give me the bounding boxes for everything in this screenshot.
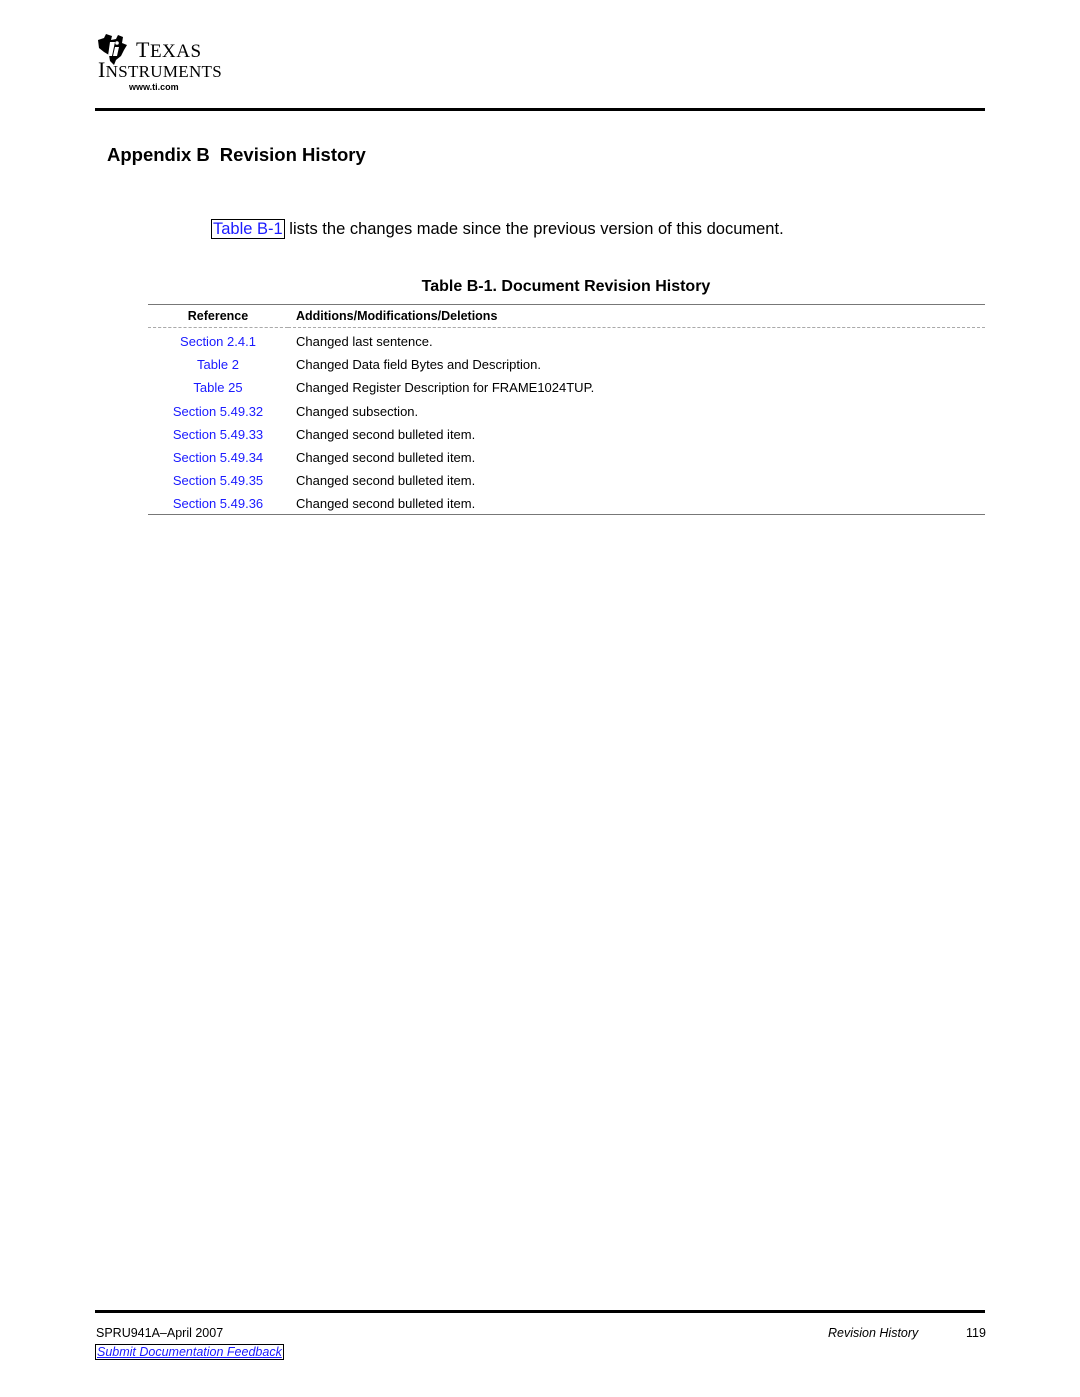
logo-url: www.ti.com <box>129 82 179 92</box>
footer-document-id: SPRU941A–April 2007 <box>96 1326 224 1340</box>
logo-texas-text: TEXAS <box>136 37 202 62</box>
table-row: Table 25 Changed Register Description fo… <box>148 376 985 399</box>
change-description: Changed Data field Bytes and Description… <box>296 357 541 373</box>
column-header-reference: Reference <box>187 309 249 323</box>
reference-link[interactable]: Section 5.49.33 <box>148 423 288 446</box>
reference-link[interactable]: Table 2 <box>148 353 288 376</box>
table-b1-link[interactable]: Table B-1 <box>211 219 285 239</box>
reference-link[interactable]: Section 2.4.1 <box>148 328 288 354</box>
intro-text: lists the changes made since the previou… <box>284 220 784 238</box>
appendix-heading: Revision History <box>219 144 366 165</box>
logo-instruments-text: INSTRUMENTS <box>98 57 222 82</box>
change-description: Changed subsection. <box>296 403 419 419</box>
revision-history-table: Reference Additions/Modifications/Deleti… <box>148 304 985 518</box>
page-number: 119 <box>966 1326 986 1340</box>
change-description: Changed last sentence. <box>296 334 433 350</box>
change-description: Changed second bulleted item. <box>296 426 476 442</box>
table-row: Section 5.49.32 Changed subsection. <box>148 400 985 423</box>
footer-rule <box>95 1310 985 1313</box>
change-description: Changed Register Description for FRAME10… <box>296 380 595 396</box>
reference-link[interactable]: Section 5.49.35 <box>148 469 288 492</box>
table-row: Section 5.49.35 Changed second bulleted … <box>148 469 985 492</box>
reference-link[interactable]: Table 25 <box>148 376 288 399</box>
table-row: Table 2 Changed Data field Bytes and Des… <box>148 353 985 376</box>
change-description: Changed second bulleted item. <box>296 473 476 489</box>
reference-link[interactable]: Section 5.49.34 <box>148 446 288 469</box>
change-description: Changed second bulleted item. <box>296 450 476 466</box>
table-row: Section 5.49.33 Changed second bulleted … <box>148 423 985 446</box>
table-caption: Table B-1. Document Revision History <box>421 278 711 295</box>
ti-logo: TEXAS INSTRUMENTS www.ti.com <box>96 30 236 92</box>
header-rule <box>95 108 985 111</box>
table-row: Section 5.49.34 Changed second bulleted … <box>148 446 985 469</box>
reference-link[interactable]: Section 5.49.32 <box>148 400 288 423</box>
column-header-changes: Additions/Modifications/Deletions <box>296 309 498 323</box>
table-bottom-rule <box>148 514 985 515</box>
submit-feedback-link[interactable]: Submit Documentation Feedback <box>95 1344 284 1360</box>
appendix-label: Appendix B <box>107 144 210 165</box>
footer-section-name: Revision History <box>828 1326 919 1340</box>
table-header-row: Reference Additions/Modifications/Deleti… <box>148 304 985 328</box>
appendix-title: Appendix B Revision History <box>107 144 366 166</box>
intro-paragraph: Table B-1 lists the changes made since t… <box>211 219 784 239</box>
table-row: Section 2.4.1 Changed last sentence. <box>148 328 985 354</box>
